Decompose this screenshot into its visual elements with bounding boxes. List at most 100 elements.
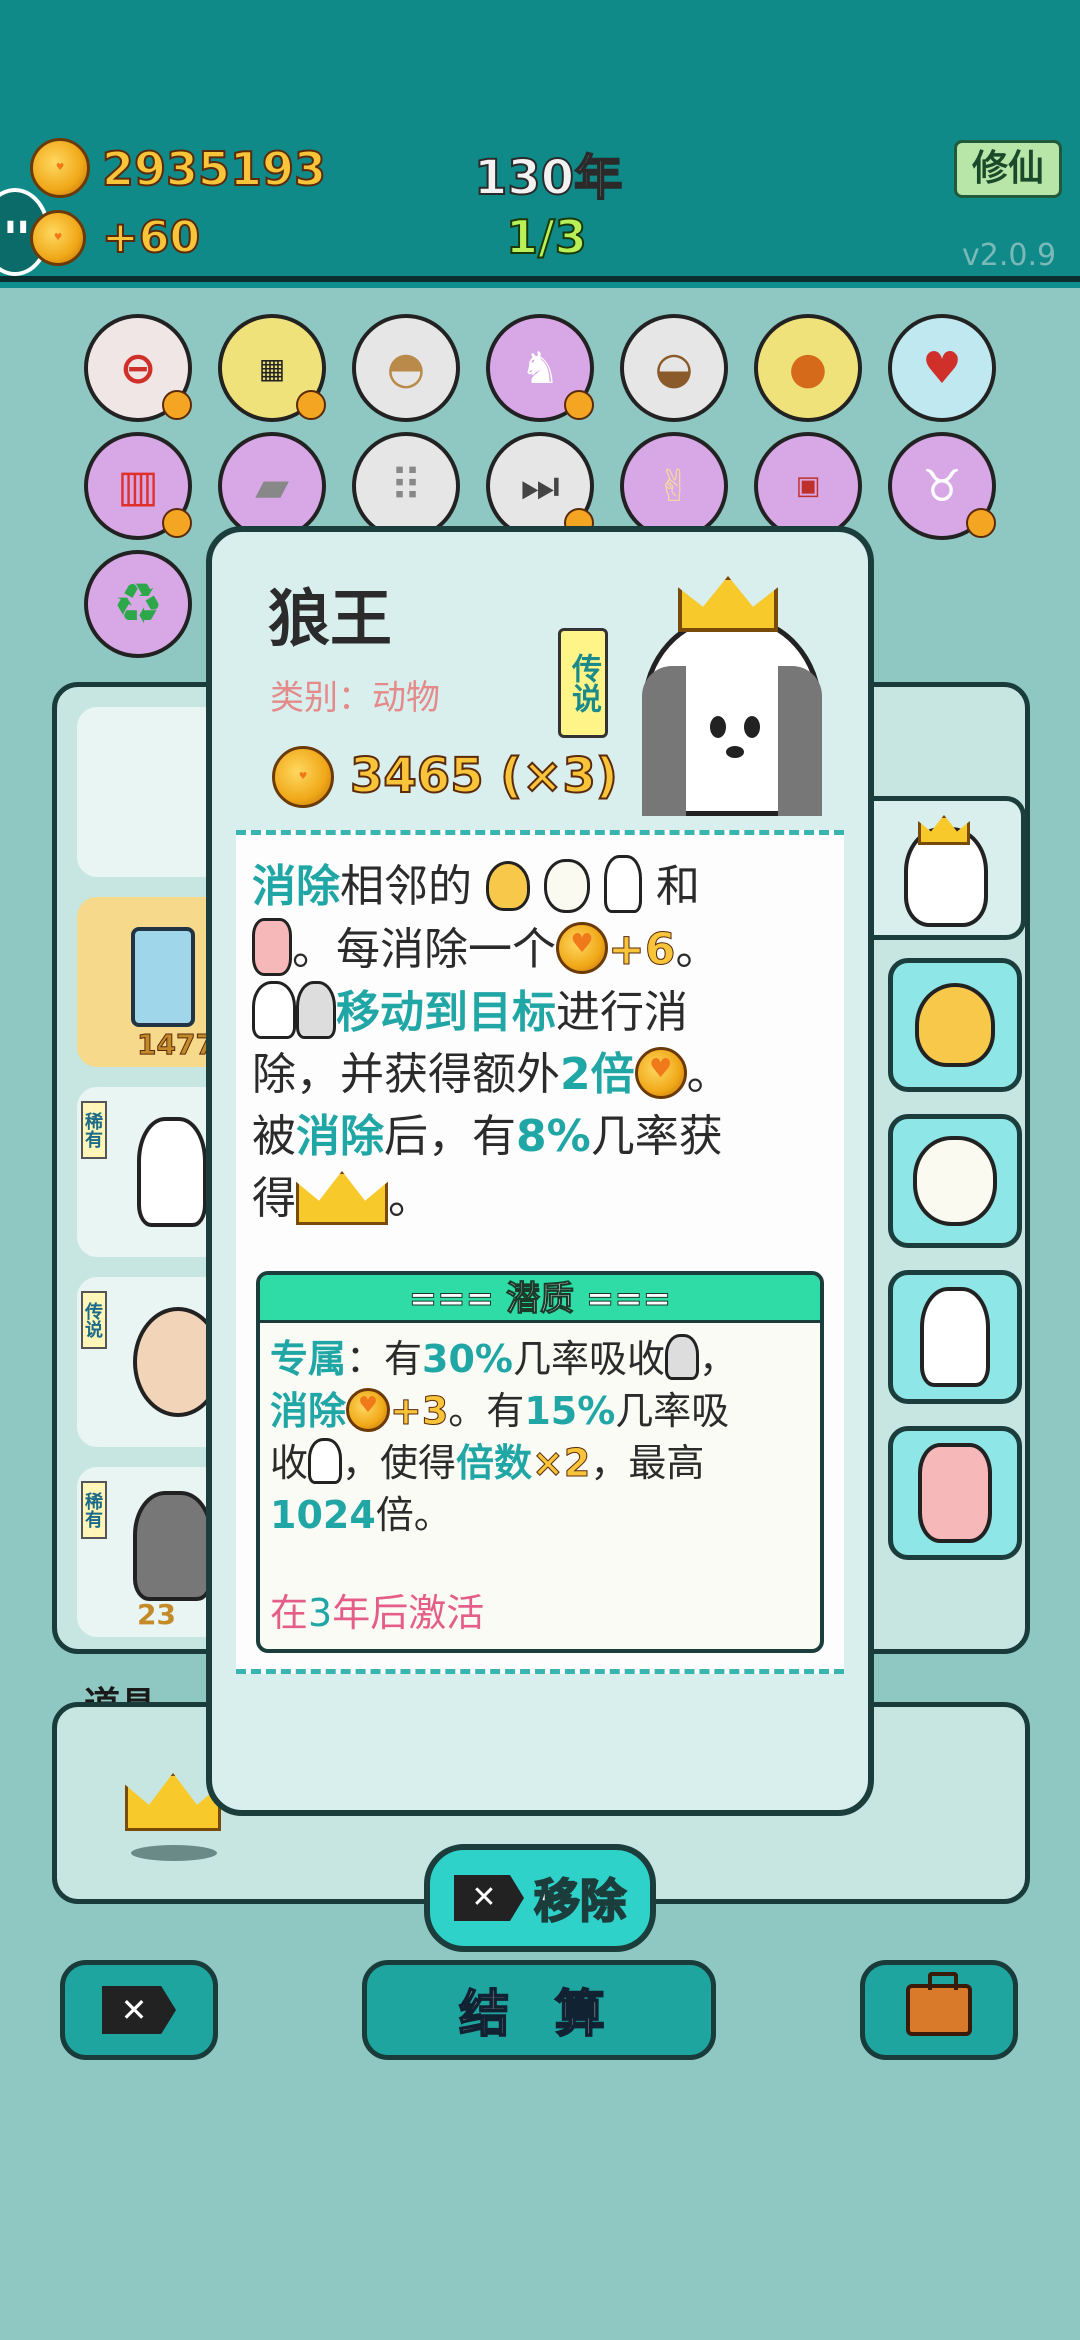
tab-rabbit[interactable] [888,1270,1022,1404]
keyword: 1024 [270,1493,376,1537]
no-entry-icon: ⊖ [119,342,157,394]
keyword: 移动到目标 [336,987,556,1038]
keyword: 8% [516,1111,591,1162]
item-rock-hand[interactable]: ✌ [620,432,728,540]
rabbit-icon [604,855,642,913]
potential-header: === 潜质 === [260,1275,820,1323]
desc-text: 被 [252,1111,296,1162]
desc-text: 年后激活 [332,1591,485,1635]
sheep-icon [913,1136,997,1226]
year-counter: 130年 [473,149,623,207]
activation-note: 在3年后激活 [270,1582,484,1637]
item-category: 类别：动物 [270,678,440,718]
desc-text: ，最高 [590,1441,705,1485]
tab-pig[interactable] [888,1426,1022,1560]
description-box: 消除相邻的 和 。每消除一个+6。 移动到目标进行消 除，并获得额外2倍。 被消… [236,830,844,1674]
item-basketballs[interactable]: ● [754,314,862,422]
income-counter: +60 [101,211,201,264]
item-fries[interactable]: ▥ [84,432,192,540]
item-skip[interactable]: ⏭ [486,432,594,540]
recycle-icon: ♻ [112,571,164,637]
coin-badge-icon [162,390,192,420]
desc-text: 倍。 [375,1493,452,1537]
remove-button[interactable]: ✕ 移除 [424,1844,656,1952]
bonus-value: +6 [607,924,676,976]
desc-text: 除，并获得额外 [252,1049,560,1100]
basketball-icon: ● [788,342,828,394]
item-wang-tiles[interactable]: ▦ [218,314,326,422]
tab-sheep[interactable] [888,1114,1022,1248]
bonus-value: ×2 [532,1441,591,1486]
desc-text: 收 [270,1441,309,1485]
tab-chick[interactable] [888,958,1022,1092]
desc-text: ， [699,1337,738,1381]
settle-button[interactable]: 结 算 [362,1960,716,2060]
top-status-bar: 2935193 +60 130年 1/3 修仙 v2.0.9 [0,0,1080,282]
eye [744,716,760,738]
husky-icon [665,1334,700,1380]
xiuxian-button[interactable]: 修仙 [954,140,1062,198]
bonus-value: +3 [390,1389,449,1434]
rarity-tag: 传说 [81,1291,107,1349]
keyword: 消除 [270,1389,347,1433]
item-title: 狼王 [268,582,393,655]
rarity-tag: 稀有 [81,1101,107,1159]
item-cleaver[interactable]: ▰ [218,432,326,540]
husky-fur-left [642,666,686,816]
rock-hand-icon: ✌ [655,460,693,512]
item-recycle[interactable]: ♻ [84,550,192,658]
keyword: 消除 [252,861,340,912]
keyword: 倍数 [456,1441,533,1485]
slot-count: 1477 [137,1028,216,1062]
fries-icon: ▥ [117,460,159,512]
desc-text: 。 [388,1173,432,1224]
keyword: 30% [422,1337,513,1381]
bag-button[interactable] [860,1960,1018,2060]
close-button[interactable]: ✕ [60,1960,218,2060]
item-pet-bowl[interactable]: ◒ [620,314,728,422]
tile-icon: ▦ [258,351,286,385]
potential-text: 专属：有30%几率吸收 ， 消除 +3。有15%几率吸 收 ，使得倍数×2，最高 10… [260,1323,820,1541]
desc-text: 。有 [448,1389,525,1433]
desc-text: 得 [252,1173,296,1224]
sheep-icon [544,859,590,913]
item-no-entry[interactable]: ⊖ [84,314,192,422]
keyword: 15% [524,1389,616,1433]
keyword: 3 [308,1591,333,1635]
item-egg-tray[interactable]: ⠿ [352,432,460,540]
heart-icon: ♥ [922,342,962,394]
coin-badge-icon [162,508,192,538]
coin-icon [272,746,334,808]
item-cows[interactable]: ♉ [888,432,996,540]
item-detail-card: 狼王 类别：动物 传说 3465 (×3) 消除相邻的 和 。每消除一个+6。 … [206,526,874,1816]
crown-icon [296,1171,388,1225]
close-icon: ✕ [102,1986,176,2034]
coin-icon [30,210,86,266]
remove-label: 移除 [533,1873,627,1929]
desc-text: 。每消除一个 [292,924,556,975]
husky-fur-right [778,666,822,816]
keyword: 消除 [296,1111,384,1162]
slot-count: 23 [137,1598,176,1631]
item-unicorn[interactable]: ♞ [486,314,594,422]
coin-badge-icon [564,390,594,420]
coin-icon [346,1388,391,1432]
desc-text: 在 [270,1591,309,1635]
rarity-badge: 传说 [558,628,608,738]
unicorn-icon: ♞ [520,342,560,394]
tab-wolf-king[interactable] [868,796,1026,940]
description-text: 消除相邻的 和 。每消除一个+6。 移动到目标进行消 除，并获得额外2倍。 被消… [252,855,828,1230]
desc-text: 进行消 [556,987,688,1038]
item-heart-sign[interactable]: ♥ [888,314,996,422]
keyword: 2倍 [560,1049,635,1100]
pig-icon [918,1443,992,1543]
close-icon: ✕ [454,1875,524,1921]
desc-text: 几率吸收 [513,1337,666,1381]
item-bubble-tea[interactable]: ◓ [352,314,460,422]
rabbit-icon [920,1287,990,1387]
desc-text: 。 [675,924,720,975]
item-time-magazine[interactable]: ▣ [754,432,862,540]
knife-icon: ▰ [255,460,289,512]
desc-text: ：有 [346,1337,423,1381]
desc-text: 几率吸 [615,1389,730,1433]
